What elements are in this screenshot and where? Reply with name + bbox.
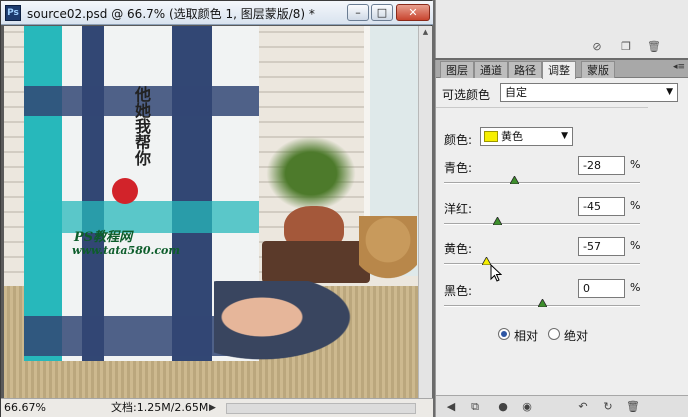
preset-dropdown[interactable]: 自定 ▼ [500,83,678,102]
slider-thumb[interactable] [493,217,503,225]
upper-panel: ⊘ ❐ 🗑 [435,0,688,58]
slider-label: 青色: [444,161,473,175]
relative-radio[interactable] [498,328,510,340]
no-entry-icon[interactable]: ⊘ [589,40,605,54]
slider-label: 黄色: [444,242,473,256]
document-titlebar[interactable]: Ps source02.psd @ 66.7% (选取颜色 1, 图层蒙版/8)… [1,1,433,25]
color-label: 颜色: [444,133,473,147]
chevron-down-icon: ▼ [666,87,673,97]
adjustment-type-label: 可选颜色 [442,88,491,102]
tab-channels[interactable]: 通道 [474,61,508,78]
reset-icon[interactable]: ↻ [601,400,615,413]
method-radio-group: 相对 绝对 [498,326,638,344]
slider-cyan: 青色: -28 % [436,156,688,196]
maximize-button[interactable]: □ [371,4,393,21]
minimize-button[interactable]: – [347,4,369,21]
watermark-brand: PS教程网 [74,230,133,245]
slider-thumb[interactable] [537,299,547,307]
potted-plant-leaves [266,136,356,211]
tab-adjustments[interactable]: 调整 [542,61,576,79]
absolute-radio[interactable] [548,328,560,340]
chevron-down-icon: ▼ [561,131,568,141]
document-title: source02.psd @ 66.7% (选取颜色 1, 图层蒙版/8) * [27,7,315,21]
image-canvas[interactable]: 他她我帮你 PS教程网 www.tata580.com [4,26,418,398]
slider-label: 洋红: [444,202,473,216]
black-value-field[interactable]: 0 [578,279,625,298]
close-button[interactable]: ✕ [396,4,430,21]
slider-track[interactable] [444,182,640,184]
adjustments-panel: 图层 通道 路径 调整 蒙版 ◂≡ 可选颜色 自定 ▼ 颜色: 黄色 ▼ 青色:… [435,60,688,417]
absolute-label[interactable]: 绝对 [564,327,588,344]
watermark-url: www.tata580.com [72,244,181,257]
horizontal-scrollbar[interactable] [226,403,416,414]
percent-sign: % [630,281,641,294]
visibility-icon[interactable]: ● [496,400,510,413]
slider-label: 黑色: [444,284,473,298]
vintage-suitcase [262,241,370,283]
preset-dropdown-value: 自定 [505,86,527,99]
panel-menu-icon[interactable]: ◂≡ [673,62,685,72]
panel-tabbar: 图层 通道 路径 调整 蒙版 ◂≡ [436,60,688,79]
document-window: Ps source02.psd @ 66.7% (选取颜色 1, 图层蒙版/8)… [0,0,433,417]
trash-icon[interactable]: 🗑 [626,400,640,413]
document-size: 文档:1.25M/2.65M [111,401,209,414]
photoshop-app-icon: Ps [5,5,21,21]
slider-track[interactable] [444,263,640,265]
color-dropdown[interactable]: 黄色 ▼ [480,127,573,146]
vertical-scrollbar[interactable]: ▲ [418,26,432,398]
cyan-value-field[interactable]: -28 [578,156,625,175]
tab-masks[interactable]: 蒙版 [581,61,615,78]
slider-black: 黑色: 0 % [436,279,688,319]
eye-icon[interactable]: ◉ [520,400,534,413]
slider-yellow: 黄色: -57 % [436,237,688,277]
zoom-level-field[interactable]: 66.67% [4,401,48,416]
blanket-stripe [24,26,62,361]
percent-sign: % [630,158,641,171]
percent-sign: % [630,199,641,212]
relative-label[interactable]: 相对 [514,327,538,344]
trash-icon[interactable]: 🗑 [646,40,662,54]
red-seal [112,178,138,204]
blanket-stripe [172,26,212,361]
tab-layers[interactable]: 图层 [440,61,474,78]
view-previous-icon[interactable]: ↶ [576,400,590,413]
panel-bottom-toolbar: ◀ ⧉ ● ◉ ↶ ↻ 🗑 [436,395,688,417]
slider-thumb[interactable] [510,176,520,184]
status-bar: 66.67% 文档:1.25M/2.65M ▶ [1,398,433,417]
percent-sign: % [630,239,641,252]
scroll-up-arrow-icon[interactable]: ▲ [420,27,431,38]
mouse-cursor-icon [490,264,502,282]
back-arrow-icon[interactable]: ◀ [444,400,458,413]
slider-track[interactable] [444,223,640,225]
status-menu-arrow-icon[interactable]: ▶ [209,401,221,415]
blanket-stripe [82,26,104,361]
magenta-value-field[interactable]: -45 [578,197,625,216]
yellow-value-field[interactable]: -57 [578,237,625,256]
color-dropdown-value: 黄色 [501,130,523,143]
baby [214,281,374,371]
divider [436,107,648,108]
slider-magenta: 洋红: -45 % [436,197,688,237]
clip-to-layer-icon[interactable]: ⧉ [468,400,482,413]
color-swatch [484,131,498,142]
tab-paths[interactable]: 路径 [508,61,542,78]
new-item-icon[interactable]: ❐ [618,40,634,54]
